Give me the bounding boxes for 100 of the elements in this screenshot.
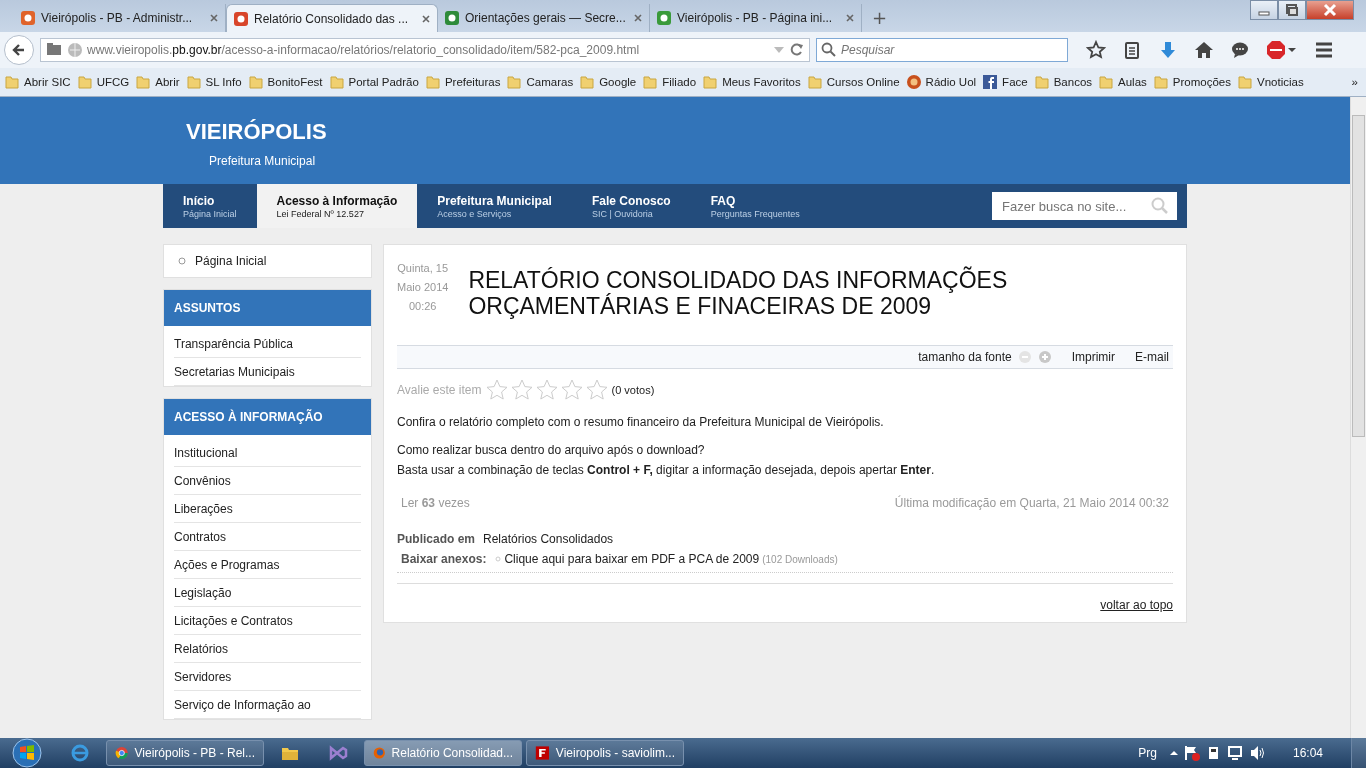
folder-icon bbox=[806, 74, 823, 90]
category-link[interactable]: Relatórios Consolidados bbox=[483, 532, 614, 546]
bookmark[interactable]: Google bbox=[579, 74, 637, 90]
close-icon[interactable] bbox=[633, 13, 643, 23]
article-title: RELATÓRIO CONSOLIDADO DAS INFORMAÇÕES ORÇAMENTÁRIAS E FINACEIRAS DE 2009 bbox=[468, 267, 1009, 319]
bookmark[interactable]: Prefeituras bbox=[424, 74, 501, 90]
scrollbar[interactable] bbox=[1350, 97, 1366, 738]
bookmark[interactable]: SL Info bbox=[185, 74, 242, 90]
radio-icon bbox=[905, 74, 922, 90]
more-bookmarks-button[interactable]: » bbox=[1347, 76, 1358, 88]
folder-icon bbox=[506, 74, 523, 90]
bookmark[interactable]: Portal Padrão bbox=[328, 74, 419, 90]
back-to-top-link[interactable]: voltar ao topo bbox=[1100, 598, 1173, 612]
sidebar-heading: ASSUNTOS bbox=[164, 290, 371, 326]
sidebar-link[interactable]: Contratos bbox=[174, 523, 361, 551]
browser-tab[interactable]: Relatório Consolidado das ... bbox=[226, 4, 438, 32]
folder-icon bbox=[579, 74, 596, 90]
bookmark[interactable]: Vnoticias bbox=[1237, 74, 1304, 90]
bookmark[interactable]: BonitoFest bbox=[247, 74, 323, 90]
sidebar-link[interactable]: Liberações bbox=[174, 495, 361, 523]
folder-icon bbox=[328, 74, 345, 90]
sidebar-link[interactable]: Secretarias Municipais bbox=[174, 358, 361, 386]
home-icon[interactable] bbox=[1194, 40, 1214, 60]
site-search-field[interactable]: Fazer busca no site... bbox=[992, 192, 1177, 220]
paragraph: Confira o relatório completo com o resumo financeiro da Prefeitura Municipal de Vieirópolis. bbox=[397, 414, 885, 431]
volume-icon[interactable] bbox=[1248, 744, 1267, 762]
bookmark[interactable]: Face bbox=[982, 74, 1028, 90]
paragraph: Como realizar busca dentro do arquivo após o download? Basta usar a combinação de teclas Control + F, digitar a informação desejada, depois apertar Enter. bbox=[397, 442, 936, 479]
folder-icon bbox=[4, 74, 20, 90]
toolbar-link[interactable]: Imprimir bbox=[1071, 350, 1115, 364]
clipboard-icon[interactable] bbox=[1122, 40, 1142, 60]
chat-icon[interactable] bbox=[1230, 40, 1250, 60]
language-indicator[interactable]: Prg bbox=[1138, 746, 1157, 760]
sidebar-link[interactable]: Página Inicial bbox=[164, 245, 371, 277]
globe-icon bbox=[67, 42, 83, 58]
menu-tab[interactable]: Início Página Inicial bbox=[163, 184, 257, 228]
folder-icon bbox=[702, 74, 719, 90]
bookmark[interactable]: Bancos bbox=[1033, 74, 1093, 90]
bullet-icon bbox=[495, 556, 502, 562]
bookmark[interactable]: Abrir SIC bbox=[4, 74, 71, 90]
published-label: Publicado em bbox=[397, 532, 476, 546]
folder-icon bbox=[424, 74, 441, 90]
bookmark[interactable]: Promoções bbox=[1152, 74, 1231, 90]
sidebar-link[interactable]: Legislação bbox=[174, 579, 361, 607]
clock[interactable]: 16:04 bbox=[1292, 746, 1323, 760]
hits-text: Ler 63 vezes bbox=[401, 496, 470, 510]
adblock-icon[interactable] bbox=[1266, 40, 1298, 60]
bookmark[interactable]: Abrir bbox=[135, 74, 180, 90]
address-bar[interactable]: www.vieiropolis.pb.gov.br/acesso-a-informacao/relatórios/relatorio_consolidado/item/582-pca_2009.html bbox=[40, 38, 810, 62]
flag-icon[interactable] bbox=[1182, 744, 1201, 762]
sidebar-link[interactable]: Convênios bbox=[174, 467, 361, 495]
bookmark[interactable]: Meus Favoritos bbox=[702, 74, 801, 90]
app-icon bbox=[69, 742, 91, 764]
attachment-link[interactable]: Clique aqui para baixar em PDF a PCA de 2009 bbox=[504, 552, 760, 566]
bookmark[interactable]: Aulas bbox=[1098, 74, 1147, 90]
sidebar-link[interactable]: Relatórios bbox=[174, 635, 361, 663]
folder-icon bbox=[1033, 74, 1050, 90]
close-icon[interactable] bbox=[845, 13, 855, 23]
bookmark[interactable]: Filiado bbox=[642, 74, 697, 90]
modified-date: Última modificação em Quarta, 21 Maio 2014 00:32 bbox=[894, 496, 1169, 510]
star-icon[interactable] bbox=[1086, 40, 1106, 60]
sidebar-link[interactable]: Institucional bbox=[174, 439, 361, 467]
folder-icon bbox=[1237, 74, 1253, 90]
menu-tab[interactable]: Fale Conosco SIC | Ouvidoria bbox=[571, 184, 691, 228]
bookmark[interactable]: Cursos Online bbox=[806, 74, 900, 90]
sidebar-link[interactable]: Transparência Pública bbox=[174, 330, 361, 358]
sidebar-link[interactable]: Ações e Programas bbox=[174, 551, 361, 579]
sidebar-link[interactable]: Serviço de Informação ao bbox=[174, 691, 361, 719]
sidebar-link[interactable]: Licitações e Contratos bbox=[174, 607, 361, 635]
caret-icon[interactable] bbox=[1168, 748, 1179, 758]
attachments-label: Baixar anexos: bbox=[401, 552, 487, 566]
bookmark[interactable]: Rádio Uol bbox=[905, 74, 977, 90]
app-icon bbox=[373, 744, 386, 762]
app-icon bbox=[115, 744, 129, 762]
taskbar-button[interactable]: Vieirópolis - PB - Rel... bbox=[106, 740, 264, 766]
reload-icon[interactable] bbox=[789, 42, 805, 58]
folder-icon bbox=[76, 74, 93, 90]
menu-tab[interactable]: Acesso à Informação Lei Federal Nº 12.527 bbox=[256, 184, 418, 228]
bookmark[interactable]: UFCG bbox=[76, 74, 130, 90]
bookmark[interactable]: Camaras bbox=[506, 74, 574, 90]
folder-icon bbox=[1098, 74, 1115, 90]
sidebar-link[interactable]: Servidores bbox=[174, 663, 361, 691]
menu-icon[interactable] bbox=[1314, 40, 1334, 60]
search-field[interactable]: Pesquisar bbox=[816, 38, 1068, 62]
rating-label: Avalie este item bbox=[397, 382, 482, 397]
menu-tab[interactable]: Prefeitura Municipal Acesso e Serviços bbox=[417, 184, 572, 228]
download-icon[interactable] bbox=[1158, 40, 1178, 60]
new-tab-button[interactable]: + bbox=[862, 8, 898, 32]
network-icon[interactable] bbox=[1226, 744, 1245, 762]
font-size-label: tamanho da fonte bbox=[918, 350, 1012, 364]
close-icon[interactable] bbox=[421, 13, 431, 24]
back-button[interactable] bbox=[4, 35, 34, 65]
show-desktop-button[interactable] bbox=[1351, 738, 1366, 768]
menu-tab[interactable]: FAQ Perguntas Frequentes bbox=[690, 184, 820, 228]
app-icon bbox=[535, 744, 550, 762]
sidebar-heading: ACESSO À INFORMAÇÃO bbox=[164, 399, 371, 435]
toolbar-link[interactable]: E-mail bbox=[1135, 350, 1169, 364]
site-title: VIEIRÓPOLIS bbox=[186, 119, 328, 145]
taskbar-button[interactable]: Vieiropolis - saviolim... bbox=[526, 740, 684, 766]
close-icon[interactable] bbox=[209, 13, 219, 23]
